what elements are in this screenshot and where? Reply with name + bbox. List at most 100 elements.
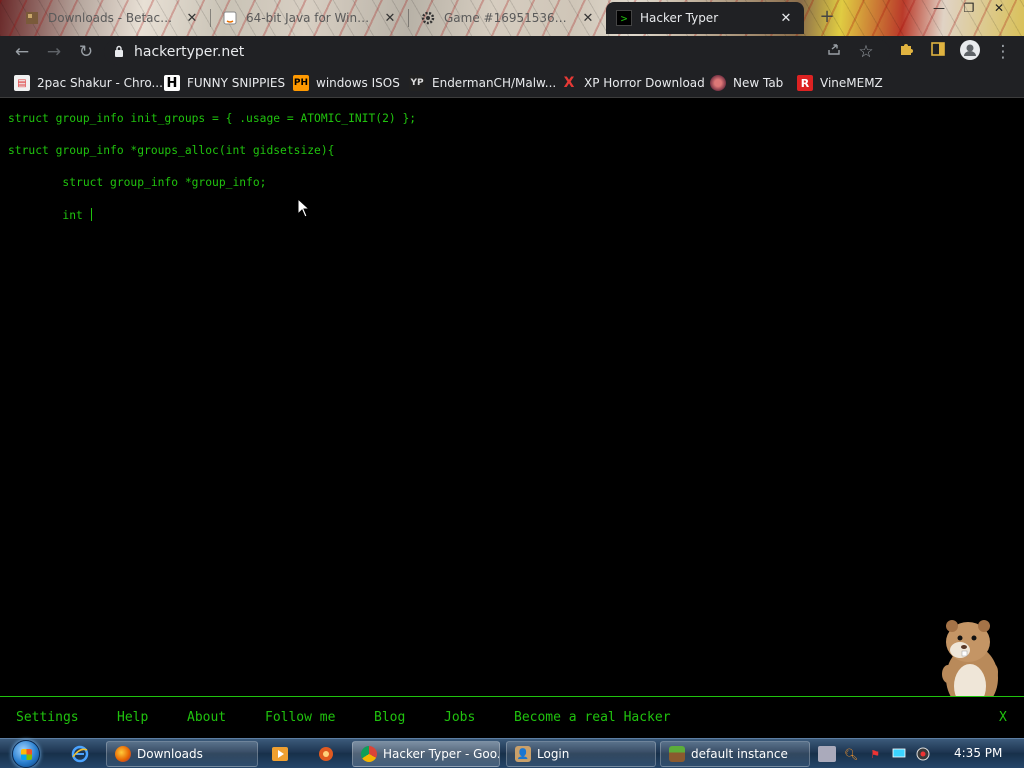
back-arrow-icon[interactable]: ← (9, 40, 35, 64)
bookmark-label: New Tab (733, 76, 784, 90)
forward-arrow-icon[interactable]: → (41, 40, 67, 64)
code-line-current: int (8, 208, 92, 222)
tab-divider (210, 9, 211, 27)
start-button[interactable] (6, 739, 46, 768)
close-icon[interactable]: ✕ (184, 11, 200, 26)
taskbar-item-label: Login (537, 747, 570, 761)
taskbar-item-label: Hacker Typer - Goo... (383, 747, 500, 761)
tab-title: 64-bit Java for Windows (246, 11, 374, 25)
close-icon[interactable]: ✕ (778, 11, 794, 26)
media-player-icon[interactable] (268, 743, 292, 765)
taskbar-clock[interactable]: 4:35 PM (954, 746, 1002, 760)
taskbar-item-label: default instance (691, 747, 788, 761)
tab-title: Downloads - Betacraft (48, 11, 176, 25)
flag-icon[interactable]: ⚑ (866, 746, 884, 762)
mouse-pointer-icon (297, 198, 311, 218)
app-launcher-icon[interactable] (314, 743, 338, 765)
reload-icon[interactable]: ↻ (73, 40, 99, 64)
bookmark-item[interactable]: PH windows ISOS (293, 74, 400, 92)
code-line: struct group_info *group_info; (8, 176, 267, 189)
tab-hacker-typer[interactable]: > Hacker Typer ✕ (606, 2, 804, 34)
internet-explorer-icon[interactable] (68, 743, 92, 765)
share-icon[interactable] (821, 40, 847, 64)
footer-nav: Settings Help About Follow me Blog Jobs … (0, 696, 1024, 738)
windows-taskbar: Downloads Hacker Typer - Goo... 👤 Login … (0, 738, 1024, 768)
java-icon (222, 10, 238, 26)
chrome-web-icon: ▤ (14, 75, 30, 91)
footer-close-button[interactable]: X (999, 710, 1007, 725)
monitor-icon[interactable] (890, 746, 908, 762)
tab-betacraft[interactable]: Downloads - Betacraft ✕ (14, 2, 210, 34)
hacker-terminal[interactable]: struct group_info init_groups = { .usage… (0, 99, 1024, 696)
globe-icon (710, 75, 726, 91)
bookmarks-bar: ▤ 2pac Shakur - Chro... H FUNNY SNIPPIES… (0, 68, 1024, 98)
bookmark-label: XP Horror Download (584, 76, 705, 90)
bookmark-star-icon[interactable]: ☆ (853, 40, 879, 64)
taskbar-item-hacker-typer[interactable]: Hacker Typer - Goo... (352, 741, 500, 767)
code-line: struct group_info *groups_alloc(int gids… (8, 144, 335, 157)
lock-icon[interactable] (104, 45, 134, 60)
bookmark-label: windows ISOS (316, 76, 400, 90)
bookmark-item[interactable]: H FUNNY SNIPPIES (164, 74, 285, 92)
code-line: struct group_info init_groups = { .usage… (8, 112, 417, 125)
nav-about[interactable]: About (187, 710, 226, 725)
tab-title: Hacker Typer (640, 11, 719, 25)
window-close-icon[interactable]: ✕ (984, 0, 1014, 18)
ph-icon: PH (293, 75, 309, 91)
bookmark-label: EndermanCH/Malw... (432, 76, 557, 90)
minimize-icon[interactable]: — (924, 0, 954, 18)
betacraft-icon (24, 10, 40, 26)
nav-follow-me[interactable]: Follow me (265, 710, 335, 725)
tray-app-icon[interactable] (818, 746, 836, 762)
extensions-puzzle-icon[interactable] (893, 40, 919, 64)
bookmark-label: 2pac Shakur - Chro... (37, 76, 163, 90)
side-panel-icon[interactable] (925, 40, 951, 64)
nav-blog[interactable]: Blog (374, 710, 405, 725)
search-icon[interactable]: 🔍︎ (842, 746, 860, 762)
windows-orb-icon (12, 740, 40, 768)
tab-title: Game #1695153600 - Y (444, 11, 572, 25)
nav-settings[interactable]: Settings (16, 710, 79, 725)
bookmark-label: FUNNY SNIPPIES (187, 76, 286, 90)
bookmark-item[interactable]: R VineMEMZ (797, 74, 883, 92)
browser-toolbar: ← → ↻ hackertyper.net ☆ ⋮ (0, 36, 1024, 68)
screen: Downloads - Betacraft ✕ 64-bit Java for … (0, 0, 1024, 768)
bookmark-item[interactable]: ▤ 2pac Shakur - Chro... (14, 74, 163, 92)
tab-game[interactable]: Game #1695153600 - Y ✕ (410, 2, 606, 34)
nav-help[interactable]: Help (117, 710, 148, 725)
tab-java[interactable]: 64-bit Java for Windows ✕ (212, 2, 408, 34)
user-icon: 👤 (515, 746, 531, 762)
r-icon: R (797, 75, 813, 91)
terminal-icon: > (616, 10, 632, 26)
taskbar-item-label: Downloads (137, 747, 203, 761)
volume-icon[interactable] (914, 746, 932, 762)
h-icon: H (164, 75, 180, 91)
bookmark-item[interactable]: YP EndermanCH/Malw... (409, 74, 556, 92)
firefox-icon (115, 746, 131, 762)
gear-icon (420, 10, 436, 26)
restore-icon[interactable]: ❐ (954, 0, 984, 18)
new-tab-button[interactable]: + (816, 6, 838, 28)
x-icon: X (563, 75, 575, 91)
bookmark-item[interactable]: New Tab (710, 74, 783, 92)
bookmark-item[interactable]: X XP Horror Download (561, 74, 705, 92)
taskbar-item-downloads[interactable]: Downloads (106, 741, 258, 767)
profile-avatar-icon[interactable] (957, 40, 983, 64)
code-line-text: int (8, 209, 90, 222)
minecraft-icon (669, 746, 685, 762)
nav-become-hacker[interactable]: Become a real Hacker (514, 710, 671, 725)
close-icon[interactable]: ✕ (382, 11, 398, 26)
close-icon[interactable]: ✕ (580, 11, 596, 26)
tab-divider (408, 9, 409, 27)
chrome-icon (361, 746, 377, 762)
menu-dots-icon[interactable]: ⋮ (990, 40, 1016, 64)
taskbar-item-login[interactable]: 👤 Login (506, 741, 656, 767)
url-text: hackertyper.net (134, 44, 245, 60)
tab-strip: Downloads - Betacraft ✕ 64-bit Java for … (0, 0, 1024, 36)
bookmark-label: VineMEMZ (820, 76, 883, 90)
address-bar[interactable]: hackertyper.net (104, 39, 890, 65)
yp-icon: YP (409, 75, 425, 91)
taskbar-item-default-instance[interactable]: default instance (660, 741, 810, 767)
text-caret (90, 208, 92, 221)
nav-jobs[interactable]: Jobs (444, 710, 475, 725)
